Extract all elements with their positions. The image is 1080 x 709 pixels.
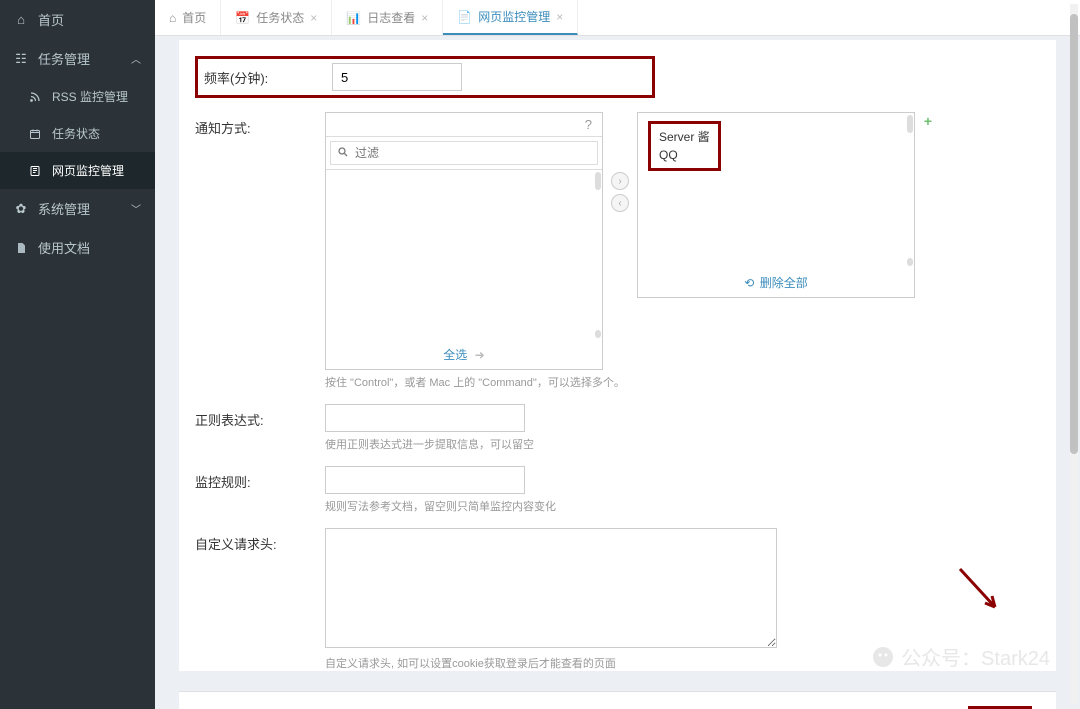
notify-label: 通知方式:: [195, 112, 325, 137]
close-icon[interactable]: ×: [421, 11, 428, 25]
tab-label: 日志查看: [367, 9, 415, 26]
gear-icon: ✿: [14, 202, 28, 216]
selected-options[interactable]: Server 酱 QQ: [638, 113, 914, 268]
sidebar-item-docs[interactable]: 使用文档: [0, 228, 155, 267]
file-icon: [14, 241, 28, 255]
ctrl-hint: 按住 "Control"，或者 Mac 上的 "Command"，可以选择多个。: [325, 374, 1040, 390]
remove-all-link[interactable]: 删除全部: [760, 276, 808, 290]
frequency-label: 频率(分钟):: [204, 68, 322, 87]
tab-task-status[interactable]: 📅 任务状态 ×: [221, 0, 332, 35]
sidebar-label: 系统管理: [38, 199, 90, 218]
available-list: ?: [325, 112, 603, 370]
monitor-icon: [28, 164, 42, 178]
tab-bar: ⌂ 首页 📅 任务状态 × 📊 日志查看 × 📄 网页监控管理 ×: [155, 0, 1080, 36]
calendar-icon: [28, 127, 42, 141]
remove-all-arrow-icon: ⟲: [744, 276, 754, 290]
move-left-button[interactable]: ‹: [611, 194, 629, 212]
sidebar-label: RSS 监控管理: [52, 88, 128, 105]
frequency-highlight: 频率(分钟):: [195, 56, 655, 98]
tab-log-view[interactable]: 📊 日志查看 ×: [332, 0, 443, 35]
header-label: 自定义请求头:: [195, 528, 325, 553]
filter-input[interactable]: [355, 142, 597, 164]
monitor-icon: 📄: [457, 10, 472, 24]
footer-bar: ‹ 返回 保存并增加另一个 保存并继续编辑 保存: [179, 691, 1056, 709]
add-icon[interactable]: +: [924, 113, 932, 129]
tab-label: 任务状态: [256, 9, 304, 26]
regex-label: 正则表达式:: [195, 404, 325, 429]
sidebar-label: 网页监控管理: [52, 162, 124, 179]
sidebar-item-task-mgmt[interactable]: ☷ 任务管理 ︿: [0, 39, 155, 78]
rss-icon: [28, 90, 42, 104]
rule-label: 监控规则:: [195, 466, 325, 491]
regex-hint: 使用正则表达式进一步提取信息，可以留空: [325, 436, 1040, 452]
tab-label: 网页监控管理: [478, 8, 550, 25]
sidebar-label: 首页: [38, 10, 64, 29]
main-content: ⌂ 首页 📅 任务状态 × 📊 日志查看 × 📄 网页监控管理 ×: [155, 0, 1080, 709]
header-textarea[interactable]: [325, 528, 777, 648]
move-right-button[interactable]: ›: [611, 172, 629, 190]
help-icon[interactable]: ?: [585, 117, 592, 132]
sidebar-item-task-status[interactable]: 任务状态: [0, 115, 155, 152]
close-icon[interactable]: ×: [556, 10, 563, 24]
rule-input[interactable]: [325, 466, 525, 494]
select-all-link[interactable]: 全选: [443, 348, 467, 362]
rule-hint: 规则写法参考文档，留空则只简单监控内容变化: [325, 498, 1040, 514]
search-icon: [331, 146, 355, 161]
dashboard-icon: 📊: [346, 11, 361, 25]
tab-web-monitor[interactable]: 📄 网页监控管理 ×: [443, 0, 578, 35]
selected-highlight: Server 酱 QQ: [648, 121, 721, 171]
available-options[interactable]: [326, 170, 602, 340]
dual-list: ?: [325, 112, 1040, 370]
list-icon: ☷: [14, 52, 28, 66]
home-icon: ⌂: [14, 13, 28, 27]
sidebar-label: 任务状态: [52, 125, 100, 142]
regex-input[interactable]: [325, 404, 525, 432]
sidebar-item-rss[interactable]: RSS 监控管理: [0, 78, 155, 115]
sidebar: ⌂ 首页 ☷ 任务管理 ︿ RSS 监控管理 任务状态 网页监控管理: [0, 0, 155, 709]
chevron-down-icon: ﹀: [131, 201, 141, 216]
form-content: 频率(分钟): 通知方式: ?: [155, 36, 1080, 709]
page-scroll-thumb[interactable]: [1070, 14, 1078, 454]
selected-item[interactable]: QQ: [659, 146, 710, 164]
select-all-arrow-icon: ➜: [475, 348, 485, 362]
frequency-input[interactable]: [332, 63, 462, 91]
tab-home[interactable]: ⌂ 首页: [155, 0, 221, 35]
tab-label: 首页: [182, 9, 206, 26]
selected-list: + Server 酱 QQ ⟲: [637, 112, 915, 298]
close-icon[interactable]: ×: [310, 11, 317, 25]
sidebar-label: 使用文档: [38, 238, 90, 257]
home-icon: ⌂: [169, 11, 176, 25]
sidebar-item-home[interactable]: ⌂ 首页: [0, 0, 155, 39]
header-hint: 自定义请求头, 如可以设置cookie获取登录后才能查看的页面: [325, 655, 1040, 671]
sidebar-item-sys-mgmt[interactable]: ✿ 系统管理 ﹀: [0, 189, 155, 228]
sidebar-label: 任务管理: [38, 49, 90, 68]
calendar-icon: 📅: [235, 11, 250, 25]
selected-item[interactable]: Server 酱: [659, 128, 710, 146]
chevron-up-icon: ︿: [131, 51, 141, 66]
sidebar-item-web-monitor[interactable]: 网页监控管理: [0, 152, 155, 189]
